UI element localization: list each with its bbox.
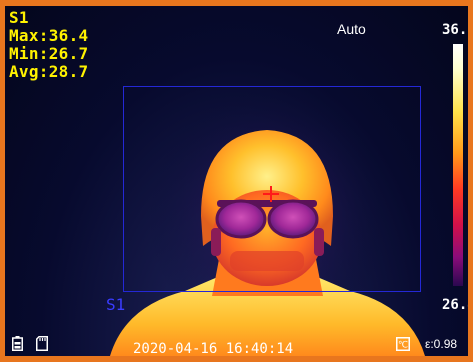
scale-min-value: 26.4 [442,297,468,313]
avg-temperature: Avg:28.7 [9,62,89,81]
region-name: S1 [9,8,29,27]
min-temperature: Min:26.7 [9,44,89,63]
scale-max-value: 36. [442,22,468,38]
sd-card-icon [36,336,48,351]
timestamp: 2020-04-16 16:40:14 [133,341,294,356]
svg-text:℃: ℃ [398,341,408,351]
emissivity-value: ε:0.98 [425,337,458,351]
color-scale-bar [453,44,463,286]
battery-icon [12,336,23,351]
device-frame: S1 S1 Max:36.4 Min:26.7 Avg:28.7 Auto 36… [0,0,473,362]
hotspot-crosshair-icon [263,186,279,202]
range-mode-label[interactable]: Auto [337,21,366,37]
measurement-region-label: S1 [106,295,126,314]
thermal-screen: S1 S1 Max:36.4 Min:26.7 Avg:28.7 Auto 36… [5,6,468,356]
celsius-icon[interactable]: ℃ [396,337,410,351]
max-temperature: Max:36.4 [9,26,89,45]
